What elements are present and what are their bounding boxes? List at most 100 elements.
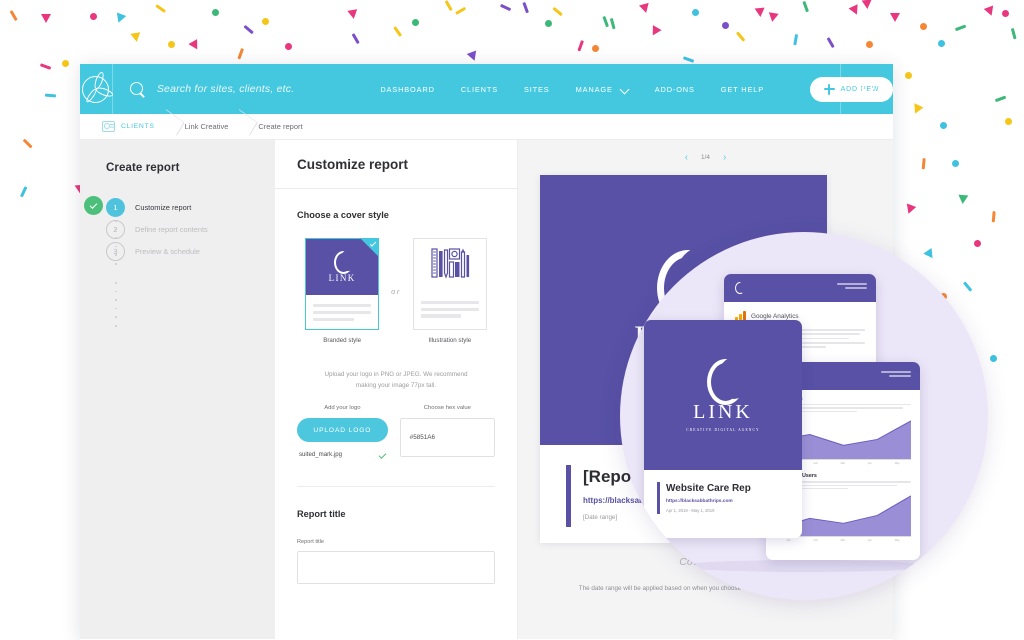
search-input[interactable]: Search for sites, clients, etc. <box>157 83 295 95</box>
confetti-piece <box>522 1 529 14</box>
confetti-piece <box>113 12 127 25</box>
confetti-piece <box>940 122 947 129</box>
nav-item-sites[interactable]: SITES <box>524 85 550 94</box>
upload-note-line-2: making your image 77px tall. <box>355 381 437 389</box>
nav-item-clients[interactable]: CLIENTS <box>461 85 498 94</box>
confetti-piece <box>9 10 18 22</box>
page-header <box>724 274 876 302</box>
uploaded-file-name: suited_mark.jpg <box>299 451 343 459</box>
breadcrumb-item-create-report: Create report <box>258 114 302 140</box>
upload-logo-button[interactable]: UPLOAD LOGO <box>297 418 388 443</box>
report-title-input[interactable] <box>297 551 495 585</box>
hex-value-input[interactable]: #5851A6 <box>399 418 495 458</box>
nav-item-dashboard[interactable]: DASHBOARD <box>380 85 434 94</box>
add-new-button[interactable]: ADD NEW <box>810 76 893 102</box>
step-label: Define report contents <box>135 224 208 234</box>
confetti-piece <box>545 20 552 27</box>
step-complete-check-icon <box>84 196 103 215</box>
analytics-section-title: Google Analytics <box>751 313 799 320</box>
confetti-piece <box>903 203 917 216</box>
hex-value-group: Choose hex value #5851A6 <box>399 405 495 458</box>
breadcrumb-item-clients[interactable]: CLIENTS <box>102 114 155 140</box>
cover-style-options: LINK Branded style or Illustration style <box>297 238 495 344</box>
sidebar-title: Create report <box>106 162 180 174</box>
confetti-piece <box>861 0 873 10</box>
nav-item-manage[interactable]: MANAGE <box>576 85 613 94</box>
step-label: Customize report <box>135 202 192 212</box>
cover-thumb-placeholder-lines <box>306 295 378 321</box>
top-navigation-bar: Search for sites, clients, etc. DASHBOAR… <box>80 64 893 114</box>
or-separator: or <box>391 286 401 296</box>
sidebar-step-preview-schedule[interactable]: 3 Preview & schedule <box>106 240 275 262</box>
breadcrumb: CLIENTS Link Creative Create report <box>80 114 893 140</box>
section-divider <box>297 486 495 488</box>
confetti-piece <box>639 2 651 15</box>
confetti-piece <box>954 24 967 32</box>
cover-thumbnail-illustration[interactable] <box>412 238 487 330</box>
nav-item-get-help[interactable]: GET HELP <box>721 85 764 94</box>
panel-header: Customize report <box>275 140 517 189</box>
confetti-piece <box>848 4 862 17</box>
confetti-piece <box>19 185 28 198</box>
cover-logo-word: LINK <box>328 273 356 283</box>
app-logo[interactable] <box>80 64 113 114</box>
page-header-meta <box>881 371 911 379</box>
breadcrumb-label: Link Creative <box>184 122 229 131</box>
page-title: Customize report <box>297 156 409 172</box>
confetti-piece <box>754 7 766 18</box>
confetti-piece <box>890 13 900 22</box>
report-url: https://blacksabbathrips.com <box>666 499 733 504</box>
confetti-piece <box>923 247 937 262</box>
stationery-illustration-icon <box>431 248 469 279</box>
breadcrumb-label: Create report <box>258 122 303 131</box>
step-number: 3 <box>106 241 125 261</box>
breadcrumb-item-client-name[interactable]: Link Creative <box>185 114 229 140</box>
confetti-piece <box>577 39 584 52</box>
report-title-field-label: Report title <box>297 539 325 546</box>
cover-caption: Branded style <box>323 337 362 344</box>
report-title-section-title: Report title <box>297 509 346 520</box>
confetti-piece <box>957 194 969 205</box>
confetti-piece <box>90 13 97 20</box>
confetti-piece <box>602 15 609 28</box>
confetti-piece <box>990 355 997 362</box>
cover-option-branded[interactable]: LINK Branded style <box>305 238 380 344</box>
nav-item-addons[interactable]: ADD-ONS <box>655 85 695 94</box>
chevron-down-icon[interactable] <box>621 85 629 93</box>
cover-thumbnail-branded[interactable]: LINK <box>305 238 380 330</box>
confetti-piece <box>920 23 927 30</box>
panel-body: Choose a cover style LINK Branded style … <box>275 189 517 585</box>
confetti-piece <box>285 43 292 50</box>
account-chevron-down-icon[interactable] <box>863 83 873 93</box>
confetti-piece <box>938 40 945 47</box>
confetti-piece <box>212 9 219 16</box>
confetti-piece <box>168 41 175 48</box>
step-number: 1 <box>106 197 125 217</box>
page-header-meta <box>837 283 867 291</box>
confetti-piece <box>826 37 835 49</box>
confetti-piece <box>592 45 599 52</box>
confetti-piece <box>735 31 746 42</box>
confetti-piece <box>39 63 52 71</box>
accent-bar <box>657 482 660 514</box>
confetti-piece <box>130 32 142 43</box>
confetti-piece <box>1010 27 1017 40</box>
sidebar-step-define-report-contents[interactable]: 2 Define report contents <box>106 218 275 240</box>
cover-thumb-placeholder-lines <box>414 292 486 321</box>
sidebar-step-customize-report[interactable]: 1 Customize report <box>84 196 275 218</box>
confetti-piece <box>648 25 662 38</box>
upload-instructions: Upload your logo in PNG or JPEG. We reco… <box>297 370 495 391</box>
report-title: Website Care Rep <box>666 483 751 494</box>
confetti-piece <box>866 41 873 48</box>
cover-option-illustration[interactable]: Illustration style <box>412 238 487 344</box>
chevron-right-icon[interactable]: › <box>723 152 726 163</box>
confetti-piece <box>262 18 269 25</box>
confetti-piece <box>1005 118 1012 125</box>
breadcrumb-separator <box>228 114 258 140</box>
chevron-left-icon[interactable]: ‹ <box>685 152 688 163</box>
search-area[interactable]: Search for sites, clients, etc. <box>113 81 295 97</box>
upload-note-line-1: Upload your logo in PNG or JPEG. We reco… <box>324 371 468 378</box>
confetti-piece <box>792 33 799 46</box>
confetti-piece <box>991 211 996 223</box>
confetti-piece <box>188 39 202 52</box>
